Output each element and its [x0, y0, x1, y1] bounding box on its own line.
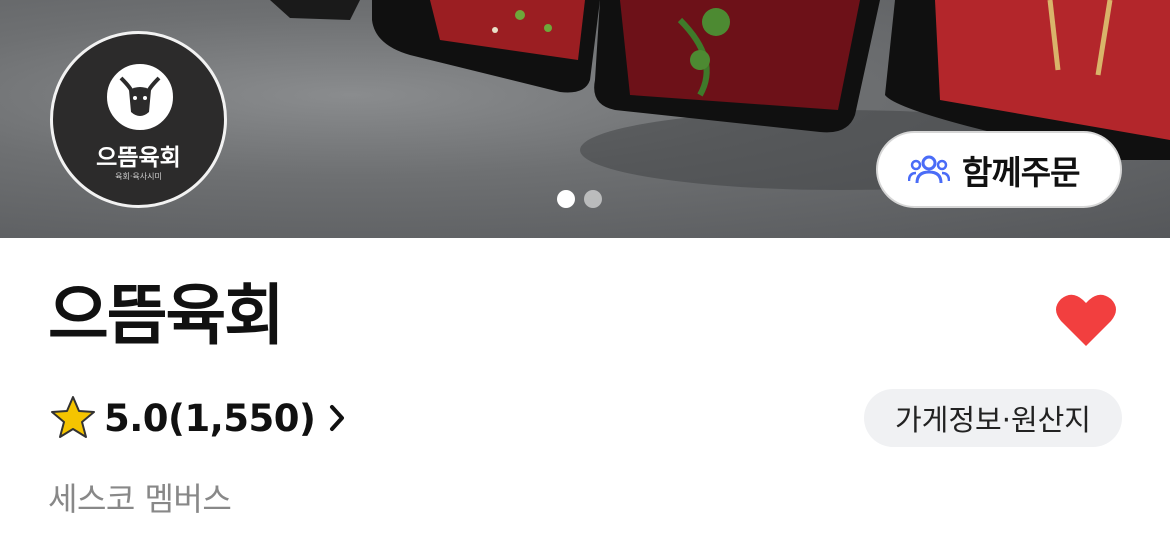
chevron-right-icon	[330, 405, 345, 431]
logo-tagline: 육회·육사시미	[115, 172, 162, 181]
hero-image-banner[interactable]: 으뜸육회 육회·육사시미 함께주문	[0, 0, 1170, 238]
group-order-label: 함께주문	[962, 152, 1080, 192]
carousel-dot-active[interactable]	[557, 190, 575, 208]
store-info-origin-button[interactable]: 가게정보·원산지	[864, 389, 1122, 447]
rating-link[interactable]: 5.0(1,550)	[50, 393, 345, 443]
carousel-indicator	[557, 190, 602, 208]
store-name-title: 으뜸육회	[48, 277, 285, 354]
carousel-dot[interactable]	[584, 190, 602, 208]
membership-label: 세스코 멤버스	[48, 480, 232, 518]
star-icon	[51, 396, 95, 438]
people-group-icon	[908, 155, 950, 183]
cow-icon	[105, 62, 175, 132]
favorite-heart-icon[interactable]	[1055, 292, 1117, 348]
logo-store-name: 으뜸육회	[96, 144, 181, 171]
rating-score: 5.0(1,550)	[104, 396, 316, 440]
store-logo: 으뜸육회 육회·육사시미	[50, 31, 227, 208]
group-order-button[interactable]: 함께주문	[876, 131, 1122, 208]
